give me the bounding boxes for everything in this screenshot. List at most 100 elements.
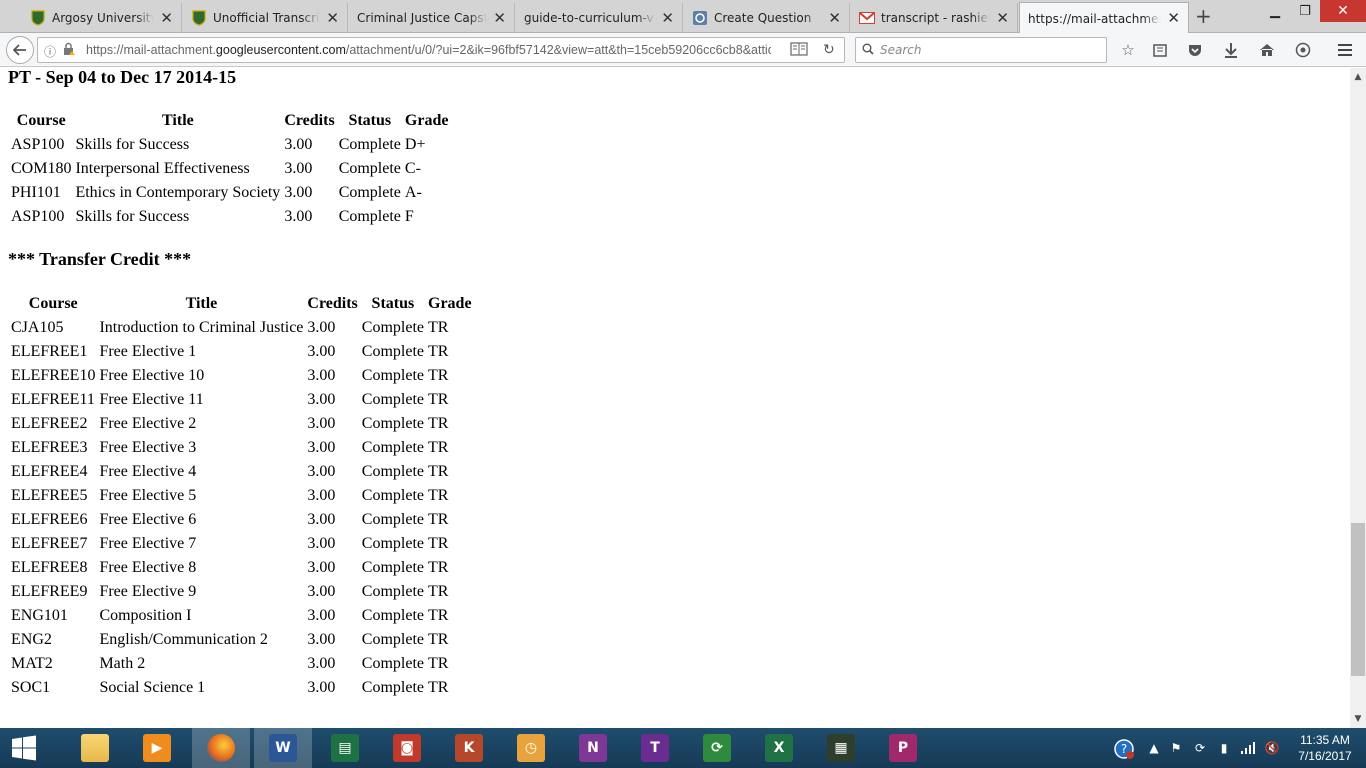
cell-grade: F bbox=[404, 208, 414, 225]
firefox-icon bbox=[207, 734, 235, 762]
taskbar-infopath[interactable]: P bbox=[874, 728, 932, 768]
reload-icon[interactable]: ↻ bbox=[823, 42, 835, 58]
flag-icon[interactable]: ⚑ bbox=[1168, 740, 1184, 756]
tab-gmail[interactable]: transcript - rashieda ✕ bbox=[851, 3, 1018, 33]
sync-tray-icon[interactable]: ⟳ bbox=[1192, 740, 1208, 756]
taskbar-powerpoint[interactable]: K bbox=[440, 728, 498, 768]
url-bar[interactable]: ⓘ https://mail-attachment.googleusercont… bbox=[37, 37, 845, 63]
taskbar-file-explorer[interactable] bbox=[66, 728, 124, 768]
close-icon[interactable]: ✕ bbox=[1167, 11, 1180, 26]
info-icon[interactable]: ⓘ bbox=[44, 43, 56, 60]
window-close-icon[interactable]: ✕ bbox=[1320, 0, 1366, 22]
chevron-up-icon[interactable]: ▲ bbox=[1146, 740, 1162, 756]
tab-title: Argosy University Cl bbox=[52, 11, 155, 25]
cell-grade: D+ bbox=[404, 136, 426, 153]
volume-muted-icon[interactable]: 🔇 bbox=[1264, 740, 1280, 756]
close-icon[interactable]: ✕ bbox=[326, 10, 339, 26]
cell-title: Social Science 1 bbox=[99, 679, 206, 696]
outlook-icon: ◷ bbox=[517, 734, 545, 762]
tab-argosy[interactable]: Argosy University Cl ✕ bbox=[22, 3, 182, 33]
cell-status: Complete bbox=[361, 607, 424, 624]
cell-status: Complete bbox=[361, 319, 424, 336]
scroll-up-icon[interactable]: ▲ bbox=[1350, 69, 1366, 85]
column-header-course: Course bbox=[28, 295, 78, 312]
cell-grade: TR bbox=[428, 487, 449, 504]
cell-credits: 3.00 bbox=[307, 583, 336, 600]
close-icon[interactable]: ✕ bbox=[160, 10, 173, 26]
reader-view-icon[interactable] bbox=[790, 42, 808, 59]
cell-credits: 3.00 bbox=[307, 607, 336, 624]
cell-course: ELEFREE9 bbox=[11, 583, 88, 600]
cell-status: Complete bbox=[361, 415, 424, 432]
restore-icon[interactable]: ❐ bbox=[1290, 0, 1320, 22]
transfer-credit-heading: *** Transfer Credit *** bbox=[8, 249, 192, 269]
close-icon[interactable]: ✕ bbox=[828, 10, 841, 26]
taskbar-onenote[interactable]: N bbox=[564, 728, 622, 768]
column-header-course: Course bbox=[16, 112, 66, 129]
cell-course: ELEFREE4 bbox=[11, 463, 88, 480]
cell-status: Complete bbox=[338, 208, 401, 225]
search-icon bbox=[862, 43, 874, 58]
tab-create-question[interactable]: Create Question ✕ bbox=[684, 3, 850, 33]
home-icon[interactable] bbox=[1256, 39, 1278, 61]
back-arrow-icon[interactable] bbox=[6, 36, 34, 64]
taskbar-word[interactable]: W bbox=[254, 728, 312, 768]
tab-unofficial-transcript[interactable]: Unofficial Transcript ✕ bbox=[183, 3, 348, 33]
bookmark-star-icon[interactable]: ☆ bbox=[1117, 39, 1139, 61]
taskbar-access[interactable]: ◙ bbox=[378, 728, 436, 768]
help-tray-icon[interactable]: ? bbox=[1113, 738, 1135, 760]
taskbar-outlook[interactable]: ◷ bbox=[502, 728, 560, 768]
pocket-icon[interactable] bbox=[1184, 39, 1206, 61]
table-row: COM180 Interpersonal Effectiveness 3.00 Com… bbox=[10, 158, 449, 180]
battery-icon[interactable]: ▮ bbox=[1216, 740, 1232, 756]
lock-icon[interactable] bbox=[62, 42, 76, 59]
taskbar-onenote-2[interactable]: T bbox=[626, 728, 684, 768]
cell-title: English/Communication 2 bbox=[99, 631, 268, 648]
taskbar-media-player[interactable]: ▶ bbox=[128, 728, 186, 768]
cell-status: Complete bbox=[361, 391, 424, 408]
scroll-down-icon[interactable]: ▼ bbox=[1350, 711, 1366, 727]
taskbar-publisher-doc[interactable]: ▤ bbox=[316, 728, 374, 768]
tab-criminal-justice[interactable]: Criminal Justice Capstone ✕ bbox=[349, 3, 515, 33]
close-icon[interactable]: ✕ bbox=[996, 10, 1009, 26]
minimize-icon[interactable]: ▁ bbox=[1260, 0, 1290, 22]
new-tab-icon[interactable]: + bbox=[1195, 6, 1212, 26]
cell-course: PHI101 bbox=[11, 184, 61, 201]
signal-icon[interactable] bbox=[1240, 740, 1256, 756]
cell-status: Complete bbox=[361, 655, 424, 672]
menu-hamburger-icon[interactable] bbox=[1334, 39, 1356, 61]
url-domain: googleusercontent.com bbox=[215, 43, 346, 57]
close-icon[interactable]: ✕ bbox=[661, 10, 674, 26]
cell-title: Free Elective 3 bbox=[99, 439, 197, 456]
cell-grade: TR bbox=[428, 463, 449, 480]
cell-status: Complete bbox=[361, 535, 424, 552]
search-placeholder: Search bbox=[880, 43, 922, 57]
reading-list-icon[interactable] bbox=[1149, 39, 1171, 61]
taskbar-sync[interactable]: ⟳ bbox=[688, 728, 746, 768]
cell-grade: TR bbox=[428, 607, 449, 624]
windows-start-icon[interactable] bbox=[0, 728, 48, 768]
column-header-status: Status bbox=[371, 295, 415, 312]
download-icon[interactable] bbox=[1220, 39, 1242, 61]
cell-title: Ethics in Contemporary Society bbox=[75, 184, 281, 201]
extension-icon[interactable] bbox=[1292, 39, 1314, 61]
table-row: SOC1 Social Science 1 3.00 Complete TR bbox=[10, 677, 473, 699]
tab-guide-cv[interactable]: guide-to-curriculum-vitae ✕ bbox=[516, 3, 683, 33]
cell-course: ELEFREE10 bbox=[11, 367, 96, 384]
cell-title: Free Elective 1 bbox=[99, 343, 197, 360]
taskbar-monitor[interactable]: ▦ bbox=[812, 728, 870, 768]
scrollbar-thumb[interactable] bbox=[1351, 523, 1365, 676]
cell-title: Free Elective 7 bbox=[99, 535, 197, 552]
url-text[interactable]: https://mail-attachment.googleuserconten… bbox=[86, 43, 771, 57]
search-bar[interactable]: Search bbox=[855, 37, 1107, 63]
cell-status: Complete bbox=[361, 439, 424, 456]
tray-clock[interactable]: 11:35 AM 7/16/2017 bbox=[1290, 732, 1360, 764]
taskbar-excel[interactable]: X bbox=[750, 728, 808, 768]
cell-course: ELEFREE5 bbox=[11, 487, 88, 504]
table-row: ELEFREE11 Free Elective 11 3.00 Complete TR bbox=[10, 389, 473, 411]
close-icon[interactable]: ✕ bbox=[493, 10, 506, 26]
cell-grade: TR bbox=[428, 679, 449, 696]
tab-mail-attachment[interactable]: https://mail-attachment ✕ bbox=[1019, 2, 1189, 34]
shield-favicon-icon bbox=[30, 10, 46, 26]
taskbar-firefox[interactable] bbox=[192, 728, 250, 768]
